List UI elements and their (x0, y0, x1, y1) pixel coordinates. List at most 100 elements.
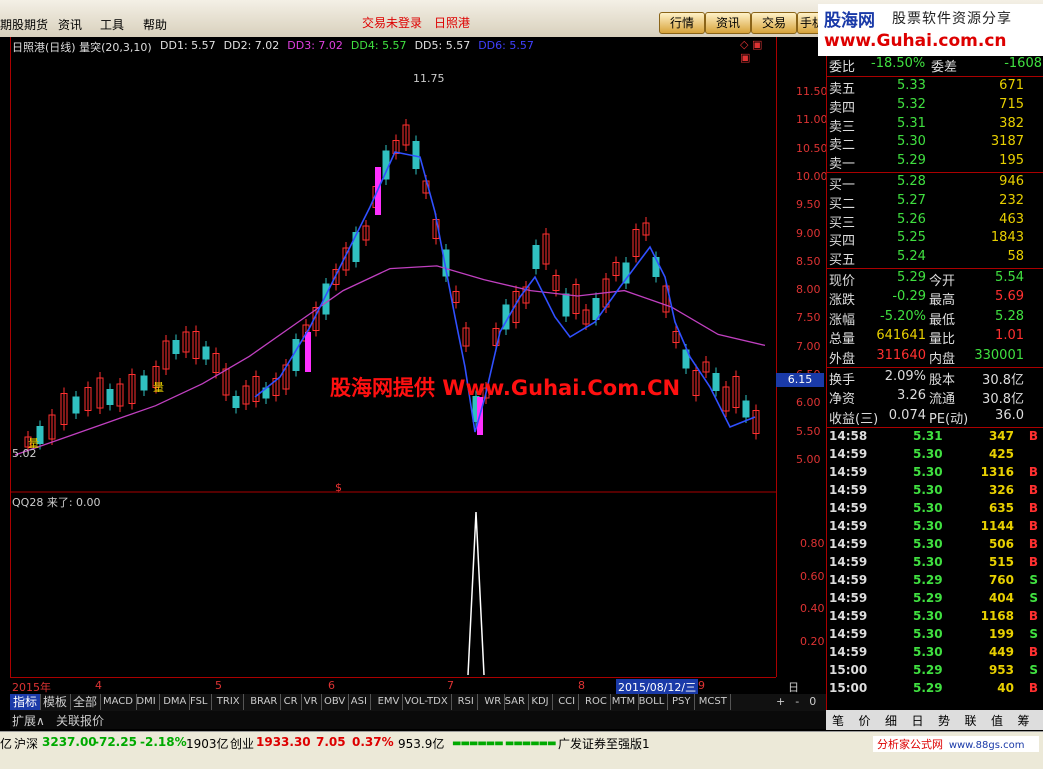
current-stock-link[interactable]: 日照港 (434, 14, 470, 31)
tick-row: 14:59 5.30 326 B (827, 483, 1043, 501)
indicator-tab-vr[interactable]: VR (301, 694, 322, 710)
ask-volume: 195 (999, 153, 1024, 169)
ask-price: 5.33 (897, 78, 926, 93)
indicator-tab-obv[interactable]: OBV (321, 694, 350, 710)
stat-value: 30.8亿 (982, 373, 1024, 388)
menu-futures[interactable]: 期股期货 (0, 16, 48, 33)
indicator-tab-指标[interactable]: 指标 (10, 694, 42, 710)
trade-login-status[interactable]: 交易未登录 (362, 14, 422, 31)
menu-tools[interactable]: 工具 (100, 16, 124, 33)
zoom-out-button[interactable]: - (795, 695, 799, 708)
chart-title: 日照港(日线) 量突(20,3,10) (12, 41, 152, 54)
separator (827, 172, 1043, 173)
kline-chart[interactable]: 日照港(日线) 量突(20,3,10) DD1: 5.57 DD2: 7.02 DD… (10, 37, 776, 677)
tab-trade[interactable]: 交易 (751, 12, 797, 34)
footer-ad[interactable]: 分析家公式网 www.88gs.com (873, 736, 1039, 752)
tick-side: B (1028, 609, 1038, 624)
price-axis-label: 5.50 (796, 424, 821, 438)
indicator-tab-rsi[interactable]: RSI (455, 694, 478, 710)
stat-label: 股本 (929, 373, 956, 388)
ask-price: 5.32 (897, 96, 926, 112)
chart-window-icons[interactable]: ◇ ▣ ▣ (740, 38, 776, 64)
price-axis-label: 9.50 (796, 198, 821, 212)
tick-row: 14:59 5.30 1316 B (827, 465, 1043, 483)
tab-news[interactable]: 资讯 (705, 12, 751, 34)
date-label: 9 (698, 679, 705, 692)
tick-volume: 199 (988, 627, 1014, 642)
indicator-tab-sar[interactable]: SAR (502, 694, 529, 710)
indicator-tab-psy[interactable]: PSY (669, 694, 695, 710)
indicator-tab-mcst[interactable]: MCST (696, 694, 731, 710)
indicator-tab-macd[interactable]: MACD (100, 694, 137, 710)
related-quote-button[interactable]: 关联报价 (56, 712, 104, 729)
stat-value: 3.26 (897, 388, 926, 404)
indicator-tab-cr[interactable]: CR (281, 694, 302, 710)
bid-price: 5.26 (897, 211, 926, 227)
stat-label: 外盘 (829, 351, 856, 367)
indicator-tab-kdj[interactable]: KDJ (528, 694, 553, 710)
broker-name: 广发证券至强版1 (558, 737, 650, 751)
menu-news[interactable]: 资讯 (58, 16, 82, 33)
tick-price: 5.30 (913, 501, 943, 516)
bid-row: 买四 5.25 1843 (827, 230, 1043, 249)
sub-axis-label: 0.80 (800, 537, 825, 550)
dd-legend-item: DD4: 5.57 (350, 39, 407, 52)
indicator-tab-asi[interactable]: ASI (348, 694, 371, 710)
stat-value: 0.074 (888, 407, 926, 423)
indicator-tab-cci[interactable]: CCI (555, 694, 580, 710)
dd-legend-item: DD5: 5.57 (414, 39, 471, 52)
expand-button[interactable]: 扩展∧ (12, 712, 45, 729)
quote-tab-1[interactable]: 价 (859, 712, 871, 729)
indicator-tab-全部[interactable]: 全部 (70, 694, 102, 710)
zoom-in-button[interactable]: + (776, 695, 785, 708)
separator (827, 367, 1043, 368)
zoom-controls[interactable]: + -0 (776, 695, 816, 708)
cy-index-pct: 0.37% (352, 735, 394, 749)
zoom-reset-button[interactable]: 0 (809, 695, 816, 708)
quote-tab-3[interactable]: 日 (912, 712, 924, 729)
stat-label: 最高 (929, 293, 956, 309)
quote-tab-7[interactable]: 筹 (1018, 712, 1030, 729)
stat-value: 5.29 (897, 270, 926, 285)
tick-volume: 40 (997, 681, 1014, 696)
tick-volume: 449 (988, 645, 1014, 660)
tick-row: 14:59 5.30 506 B (827, 537, 1043, 555)
tick-row: 15:00 5.29 40 B (827, 681, 1043, 699)
tick-row: 14:58 5.31 347 B (827, 429, 1043, 447)
tick-price: 5.30 (913, 483, 943, 498)
quote-tab-2[interactable]: 细 (885, 712, 897, 729)
quote-tab-0[interactable]: 笔 (832, 712, 844, 729)
indicator-tab-vol-tdx[interactable]: VOL-TDX (401, 694, 452, 710)
tab-quotes[interactable]: 行情 (659, 12, 705, 34)
indicator-tab-emv[interactable]: EMV (375, 694, 404, 710)
weibi-value: -18.50% (871, 56, 926, 71)
indicator-tab-fsl[interactable]: FSL (187, 694, 212, 710)
indicator-tab-dmi[interactable]: DMI (133, 694, 160, 710)
indicator-tab-模板[interactable]: 模板 (40, 694, 72, 710)
ad-brand: 股海网 (824, 11, 875, 31)
stat-label: 净资 (829, 392, 856, 408)
quote-tab-4[interactable]: 势 (938, 712, 950, 729)
stat-value: 330001 (974, 347, 1024, 363)
status-prefix: 亿 (0, 737, 13, 751)
tick-time: 14:59 (829, 483, 868, 498)
indicator-tab-dma[interactable]: DMA (160, 694, 191, 710)
menu-help[interactable]: 帮助 (143, 16, 167, 33)
stat-label: 涨跌 (829, 293, 856, 309)
indicator-tab-boll[interactable]: BOLL (636, 694, 669, 710)
tick-price: 5.30 (913, 447, 943, 462)
cy-index-value: 1933.30 (256, 735, 311, 749)
stat-row: 收益(三) 0.074 PE(动) 36.0 (827, 408, 1043, 427)
indicator-tab-trix[interactable]: TRIX (214, 694, 244, 710)
indicator-tab-roc[interactable]: ROC (582, 694, 611, 710)
quote-tab-6[interactable]: 值 (991, 712, 1003, 729)
bid-volume: 58 (1007, 249, 1024, 265)
tick-side: B (1028, 519, 1038, 534)
ad-slogan: 股票软件资源分享 (892, 11, 1012, 27)
quote-tab-5[interactable]: 联 (965, 712, 977, 729)
date-label: 7 (447, 679, 454, 692)
indicator-tab-brar[interactable]: BRAR (247, 694, 282, 710)
tick-volume: 506 (988, 537, 1014, 552)
ask-label: 卖一 (829, 157, 856, 173)
bid-label: 买五 (829, 253, 856, 269)
